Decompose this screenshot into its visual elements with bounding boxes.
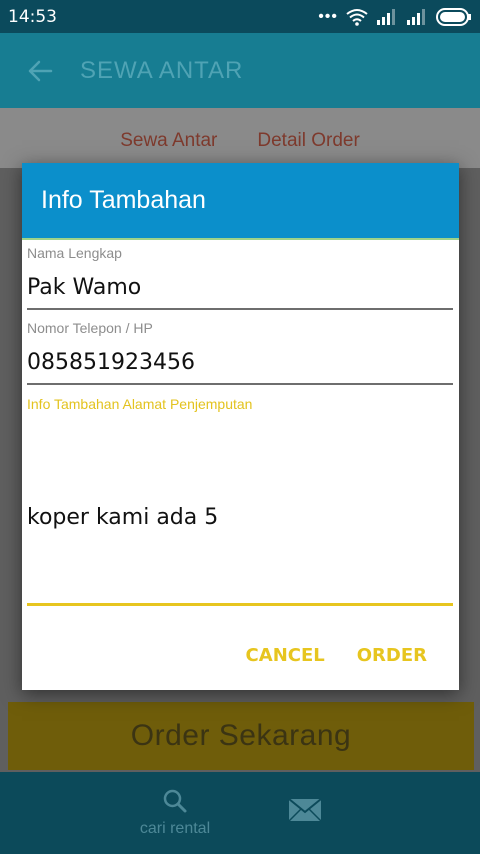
app-title: SEWA ANTAR xyxy=(80,56,244,84)
dialog-title: Info Tambahan xyxy=(22,163,459,240)
nomor-telepon-input[interactable]: 085851923456 xyxy=(27,350,453,375)
info-alamat-underline xyxy=(27,603,453,606)
status-bar: 14:53 ••• xyxy=(0,0,480,33)
cancel-button[interactable]: CANCEL xyxy=(246,645,325,666)
battery-icon xyxy=(436,7,471,26)
nama-lengkap-input[interactable]: Pak Wamo xyxy=(27,275,453,300)
order-now-button[interactable]: Order Sekarang xyxy=(8,702,474,770)
back-button[interactable] xyxy=(0,33,80,108)
signal-icon xyxy=(377,8,395,25)
info-tambahan-dialog: Info Tambahan Nama Lengkap Pak Wamo Nomo… xyxy=(22,163,459,690)
back-arrow-icon xyxy=(28,60,53,81)
nama-lengkap-label: Nama Lengkap xyxy=(27,245,122,261)
nama-lengkap-field[interactable]: Nama Lengkap Pak Wamo xyxy=(27,245,453,310)
info-alamat-label: Info Tambahan Alamat Penjemputan xyxy=(27,396,253,412)
status-icons: ••• xyxy=(318,7,472,26)
bottom-nav: cari rental xyxy=(0,772,480,854)
signal-icon-2 xyxy=(407,8,425,25)
search-icon xyxy=(163,789,187,813)
nomor-telepon-underline xyxy=(27,383,453,385)
tab-detail-order[interactable]: Detail Order xyxy=(257,124,359,152)
nomor-telepon-field[interactable]: Nomor Telepon / HP 085851923456 xyxy=(27,320,453,385)
nomor-telepon-label: Nomor Telepon / HP xyxy=(27,320,153,336)
dialog-actions: CANCEL ORDER xyxy=(246,645,427,666)
nav-cari-rental-label: cari rental xyxy=(139,820,211,837)
tab-bar: Sewa Antar Detail Order xyxy=(0,108,480,168)
nama-lengkap-underline xyxy=(27,308,453,310)
app-bar: SEWA ANTAR xyxy=(0,33,480,108)
info-alamat-field[interactable]: Info Tambahan Alamat Penjemputan xyxy=(27,396,453,412)
wifi-icon xyxy=(346,8,368,26)
order-button[interactable]: ORDER xyxy=(357,645,427,666)
nav-cari-rental[interactable]: cari rental xyxy=(110,772,240,854)
nav-mail[interactable] xyxy=(240,772,370,854)
info-alamat-input[interactable]: koper kami ada 5 xyxy=(27,505,218,530)
tab-sewa-antar[interactable]: Sewa Antar xyxy=(120,124,217,152)
mail-icon xyxy=(288,798,322,822)
status-time: 14:53 xyxy=(8,6,57,27)
more-dots-icon: ••• xyxy=(318,7,338,25)
